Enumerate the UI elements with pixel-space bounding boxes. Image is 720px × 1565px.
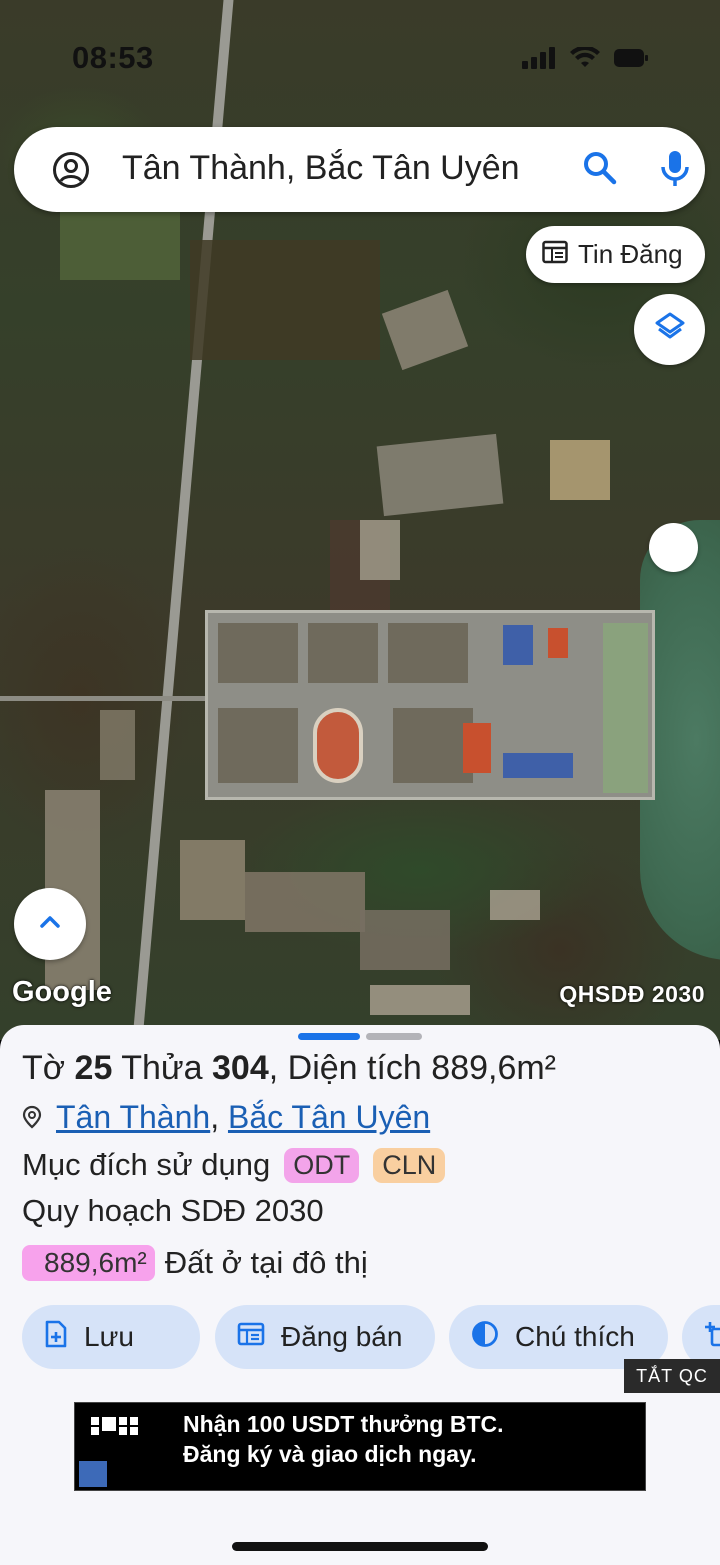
field-patch	[360, 910, 450, 970]
sheet-handle-inactive[interactable]	[366, 1033, 422, 1040]
ad-headline: Nhận 100 USDT thưởng BTC.	[183, 1411, 504, 1437]
field-patch	[550, 440, 610, 500]
district-link[interactable]: Bắc Tân Uyên	[228, 1099, 430, 1136]
save-button[interactable]: Lưu	[22, 1305, 200, 1369]
contrast-icon	[471, 1320, 499, 1355]
save-button-label: Lưu	[84, 1321, 134, 1352]
field-patch	[180, 840, 245, 920]
status-time: 08:53	[72, 40, 154, 75]
parcel-title: Tờ 25 Thửa 304, Diện tích 889,6m²	[22, 1049, 557, 1087]
ad-choices-icon[interactable]	[79, 1461, 107, 1487]
ad-banner[interactable]: Nhận 100 USDT thưởng BTC. Đăng ký và gia…	[74, 1402, 646, 1491]
search-icon[interactable]	[581, 149, 619, 192]
usage-tag-odt[interactable]: ODT	[284, 1147, 360, 1183]
signal-icon	[522, 46, 556, 74]
field-patch	[190, 240, 380, 360]
field-patch	[245, 872, 365, 932]
battery-icon	[614, 48, 648, 72]
field-patch	[100, 710, 135, 780]
listing-icon	[237, 1321, 265, 1354]
urban-complex	[205, 610, 655, 800]
plan-type: Đất ở tại đô thị	[164, 1245, 368, 1280]
search-bar[interactable]: Tân Thành, Bắc Tân Uyên	[14, 127, 705, 212]
ward-link[interactable]: Tân Thành	[56, 1099, 210, 1136]
google-logo: Google	[12, 976, 112, 1008]
layers-icon	[654, 311, 686, 348]
layers-button[interactable]	[634, 294, 705, 365]
search-input[interactable]: Tân Thành, Bắc Tân Uyên	[122, 149, 520, 188]
wifi-icon	[570, 45, 600, 74]
location-pin-icon	[22, 1100, 42, 1137]
parcel-location: Tân Thành, Bắc Tân Uyên	[22, 1098, 430, 1137]
home-indicator	[232, 1542, 488, 1551]
status-icons	[522, 45, 648, 75]
plan-label: Quy hoạch SDĐ 2030	[22, 1193, 324, 1228]
usage-label: Mục đích sử dụng	[22, 1147, 271, 1182]
usage-tag-cln[interactable]: CLN	[373, 1147, 446, 1183]
legend-label: Chú thích	[515, 1321, 635, 1352]
post-for-sale-label: Đăng bán	[281, 1321, 403, 1352]
account-icon[interactable]	[52, 151, 90, 194]
map-layer-label: QHSDĐ 2030	[559, 981, 705, 1007]
expand-up-button[interactable]	[14, 888, 86, 960]
field-patch	[381, 289, 469, 371]
close-ad-button[interactable]: TẮT QC	[624, 1359, 720, 1393]
ad-subline: Đăng ký và giao dịch ngay.	[183, 1441, 477, 1467]
mic-icon[interactable]	[660, 149, 690, 194]
field-patch	[490, 890, 540, 920]
sheet-handle-active[interactable]	[298, 1033, 360, 1040]
plan-area-badge: 889,6m²	[22, 1245, 155, 1281]
field-patch	[360, 520, 400, 580]
field-patch	[370, 985, 470, 1015]
listing-icon	[542, 240, 568, 269]
map-side-handle[interactable]	[649, 523, 698, 572]
listings-button-label: Tin Đăng	[578, 239, 683, 269]
field-patch	[376, 433, 504, 517]
chevron-up-icon	[38, 914, 62, 935]
tool-icon	[704, 1321, 720, 1354]
post-for-sale-button[interactable]: Đăng bán	[215, 1305, 435, 1369]
plan-row: 889,6m² Đất ở tại đô thị	[22, 1245, 368, 1281]
okx-logo-icon	[91, 1417, 138, 1437]
usage-row: Mục đích sử dụng ODT CLN	[22, 1147, 446, 1183]
add-file-icon	[44, 1320, 68, 1355]
action-buttons: Lưu Đăng bán Chú thích	[22, 1305, 720, 1371]
field-patch	[60, 210, 180, 280]
listings-button[interactable]: Tin Đăng	[526, 226, 705, 283]
